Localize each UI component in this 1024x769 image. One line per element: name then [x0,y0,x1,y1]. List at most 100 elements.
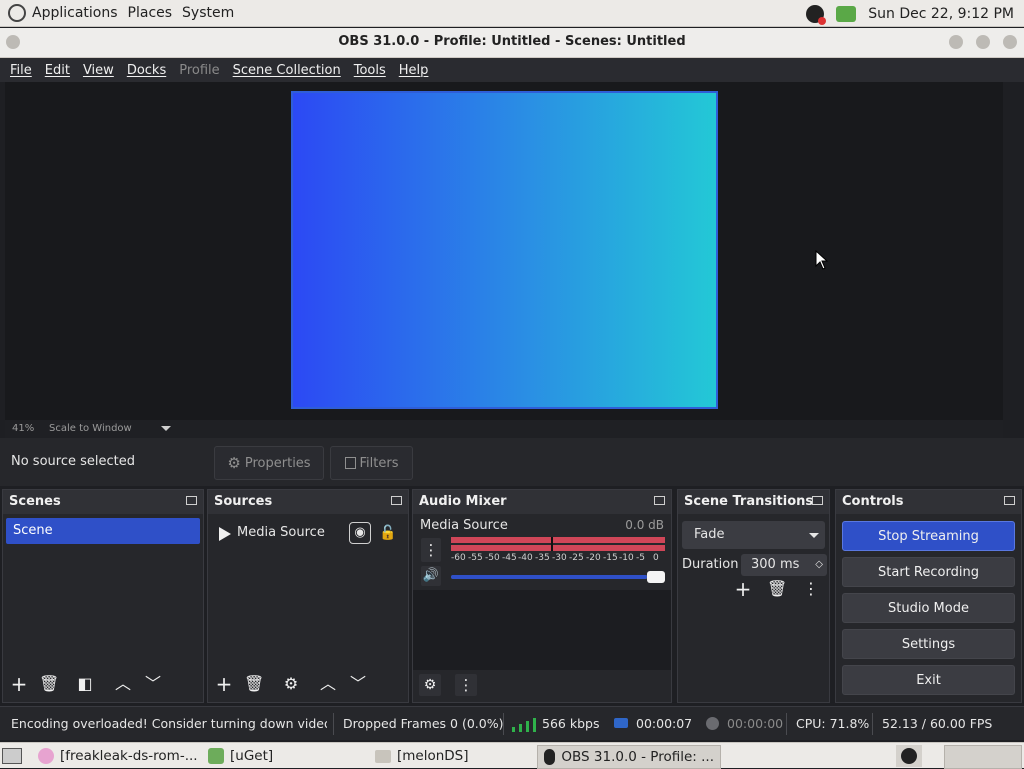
spin-arrows-icon[interactable]: ◇ [815,554,823,576]
audio-channel-name: Media Source [420,518,508,533]
uget-icon [208,748,224,764]
undock-icon[interactable] [391,496,402,505]
volume-meter [451,537,665,551]
add-scene-button[interactable]: + [9,674,29,694]
kebab-menu-icon[interactable]: ⋮ [421,538,441,562]
obs-tray-icon[interactable] [806,4,827,25]
cpu-usage: CPU: 71.8% [796,716,870,731]
menu-file[interactable]: File [10,63,32,78]
source-toolbar: No source selected ⚙ Properties Filters [0,438,1024,486]
battery-icon[interactable] [836,5,857,22]
move-up-icon[interactable]: ︿ [113,674,133,694]
meter-scale-label: -45 [502,553,517,563]
program-canvas[interactable] [291,91,718,409]
scene-transitions-title: Scene Transitions [678,490,829,514]
chevron-down-icon [809,533,819,538]
distro-logo-icon[interactable] [8,4,26,22]
taskbar-item[interactable]: [uGet] [202,745,379,767]
window-titlebar[interactable]: OBS 31.0.0 - Profile: Untitled - Scenes:… [0,28,1024,58]
settings-button[interactable]: Settings [842,629,1015,659]
taskbar-item[interactable]: [freakleak-ds-rom-... [32,745,212,767]
audio-mixer-dock: Audio Mixer Media Source 0.0 dB ⋮ -60 -55… [412,489,672,703]
top-panel: Applications Places System Sun Dec 22, 9… [0,0,1024,27]
undock-icon[interactable] [654,496,665,505]
duration-label: Duration [682,557,739,572]
source-status: No source selected [11,454,135,469]
scene-transitions-dock: Scene Transitions Fade Duration 300 ms ◇… [677,489,830,703]
menu-scene-collection[interactable]: Scene Collection [233,63,341,78]
scale-mode-dropdown[interactable]: Scale to Window [49,423,132,434]
obs-tray-icon[interactable] [896,745,922,767]
meter-scale: -60 -55 -50 -45 -40 -35 -30 -25 -20 -15 -10 -5 0 [451,553,665,563]
taskbar-item-active[interactable]: OBS 31.0.0 - Profile: ... [537,745,721,769]
lock-icon[interactable]: 🔓 [379,520,396,546]
meter-scale-label: -5 [636,553,645,563]
media-source-play-icon [219,527,231,541]
places-menu[interactable]: Places [128,5,173,21]
system-menu[interactable]: System [182,5,234,21]
meter-scale-label: -30 [552,553,567,563]
remove-transition-button[interactable]: 🗑 [767,579,787,599]
menu-help[interactable]: Help [399,63,429,78]
taskbar-item[interactable]: [melonDS] [369,745,546,767]
source-properties-icon[interactable]: ⚙ [281,674,301,694]
scene-item[interactable]: Scene [6,518,200,544]
speaker-icon[interactable]: 🔊 [421,566,441,586]
window-title: OBS 31.0.0 - Profile: Untitled - Scenes:… [338,34,686,49]
start-recording-button[interactable]: Start Recording [842,557,1015,587]
remove-source-button[interactable]: 🗑 [244,674,264,694]
add-source-button[interactable]: + [214,674,234,694]
source-item[interactable]: Media Source ◉ 🔓 [211,520,405,546]
add-transition-button[interactable]: + [733,579,753,599]
volume-slider[interactable] [451,571,665,583]
undock-icon[interactable] [186,496,197,505]
filters-button[interactable]: Filters [330,446,413,480]
streaming-icon [614,718,628,728]
meter-scale-label: -25 [569,553,584,563]
properties-button[interactable]: ⚙ Properties [214,446,324,480]
transition-properties-icon[interactable]: ⋮ [801,579,821,599]
move-down-icon[interactable]: ﹀ [143,674,163,694]
close-button[interactable] [1003,35,1017,49]
scene-filters-icon[interactable]: ◧ [75,674,95,694]
transition-select[interactable]: Fade [682,521,825,549]
menu-tools[interactable]: Tools [354,63,386,78]
menu-edit[interactable]: Edit [45,63,70,78]
volume-slider-handle[interactable] [647,571,665,583]
duration-spinbox[interactable]: 300 ms ◇ [741,554,827,576]
status-bar: Encoding overloaded! Consider turning do… [0,706,1024,740]
controls-title: Controls [836,490,1021,514]
remove-scene-button[interactable]: 🗑 [39,674,59,694]
undock-icon[interactable] [812,496,823,505]
exit-button[interactable]: Exit [842,665,1015,695]
recording-icon [706,717,719,730]
show-desktop-icon[interactable] [2,745,22,767]
maximize-button[interactable] [976,35,990,49]
taskbar: [freakleak-ds-rom-... [uGet] [melonDS] O… [0,742,1024,769]
move-down-icon[interactable]: ﹀ [348,674,368,694]
advanced-audio-settings-icon[interactable]: ⚙ [419,674,441,696]
signal-bars-icon [512,717,536,732]
eye-icon[interactable]: ◉ [349,522,371,544]
studio-mode-button[interactable]: Studio Mode [842,593,1015,623]
menu-docks[interactable]: Docks [127,63,166,78]
menu-view[interactable]: View [83,63,114,78]
workspace-switcher[interactable] [944,745,1022,769]
undock-icon[interactable] [1004,496,1015,505]
audio-level: 0.0 dB [625,518,664,532]
kebab-menu-icon[interactable]: ⋮ [455,674,477,696]
move-up-icon[interactable]: ︿ [318,674,338,694]
preview-scale-bar: 41% Scale to Window [5,420,1003,438]
obs-icon [544,749,556,765]
clock[interactable]: Sun Dec 22, 9:12 PM [868,6,1014,22]
meter-scale-label: -20 [586,553,601,563]
filter-icon [344,457,356,469]
meter-scale-label: -15 [603,553,618,563]
minimize-button[interactable] [949,35,963,49]
sources-dock: Sources Media Source ◉ 🔓 + 🗑 ⚙ ︿ ﹀ [207,489,409,703]
gear-icon: ⚙ [227,454,241,472]
chevron-down-icon[interactable] [161,426,171,431]
meter-scale-label: -50 [485,553,500,563]
stop-streaming-button[interactable]: Stop Streaming [842,521,1015,551]
applications-menu[interactable]: Applications [32,5,118,21]
